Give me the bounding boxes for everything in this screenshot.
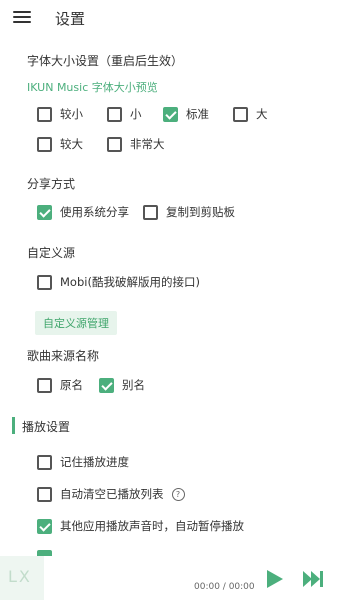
share-section-title: 分享方式 — [27, 177, 76, 191]
checkbox-label: 原名 — [60, 378, 83, 392]
hamburger-menu-icon[interactable] — [13, 10, 31, 24]
font-size-section-title: 字体大小设置（重启后生效） — [27, 54, 184, 68]
playback-option-auto-clear[interactable]: 自动清空已播放列表 ? — [37, 486, 185, 502]
checkbox-label: 其他应用播放声音时，自动暂停播放 — [60, 519, 244, 533]
checkbox-label: 使用系统分享 — [60, 205, 129, 219]
checkbox[interactable] — [37, 377, 52, 393]
section-accent-bar — [12, 417, 15, 434]
source-name-option-alias[interactable]: 别名 — [99, 377, 145, 393]
font-size-option-larger[interactable]: 较大 — [37, 136, 83, 152]
font-size-option-smaller[interactable]: 较小 — [37, 106, 83, 122]
checkbox-label: 复制到剪贴板 — [166, 205, 235, 219]
playback-section-title: 播放设置 — [22, 420, 71, 434]
checkbox[interactable] — [107, 136, 122, 152]
checkbox[interactable] — [37, 518, 52, 534]
player-logo-text: LX — [8, 567, 32, 586]
source-name-section-title: 歌曲来源名称 — [27, 349, 100, 363]
skip-next-icon[interactable] — [301, 569, 325, 589]
checkbox-label: 非常大 — [130, 137, 165, 151]
settings-content[interactable]: 字体大小设置（重启后生效） IKUN Music 字体大小预览 较小 小 标准 … — [0, 36, 338, 556]
checkbox[interactable] — [37, 204, 52, 220]
checkbox[interactable] — [107, 106, 122, 122]
checkbox-label: 标准 — [186, 107, 209, 121]
custom-source-option-mobi[interactable]: Mobi(酷我破解版用的接口) — [37, 274, 200, 290]
page-title: 设置 — [55, 10, 86, 28]
checkbox[interactable] — [37, 106, 52, 122]
checkbox-label: 别名 — [122, 378, 145, 392]
source-name-option-original[interactable]: 原名 — [37, 377, 83, 393]
play-icon[interactable] — [264, 569, 284, 589]
font-size-preview-link[interactable]: IKUN Music 字体大小预览 — [27, 79, 158, 95]
checkbox[interactable] — [37, 136, 52, 152]
checkbox-label: 较大 — [60, 137, 83, 151]
playback-time: 00:00 / 00:00 — [194, 582, 255, 592]
checkbox-label: 较小 — [60, 107, 83, 121]
share-option-system[interactable]: 使用系统分享 — [37, 204, 129, 220]
checkbox[interactable] — [37, 274, 52, 290]
player-bar: LX 00:00 / 00:00 — [0, 556, 338, 600]
font-size-option-small[interactable]: 小 — [107, 106, 142, 122]
font-size-option-large[interactable]: 大 — [233, 106, 268, 122]
help-circle-icon[interactable]: ? — [171, 487, 185, 501]
checkbox[interactable] — [37, 454, 52, 470]
checkbox[interactable] — [99, 377, 114, 393]
checkbox-label: 自动清空已播放列表 — [60, 487, 164, 501]
checkbox[interactable] — [143, 204, 158, 220]
playback-option-remember-progress[interactable]: 记住播放进度 — [37, 454, 129, 470]
playback-option-auto-pause[interactable]: 其他应用播放声音时，自动暂停播放 — [37, 518, 244, 534]
checkbox-label: Mobi(酷我破解版用的接口) — [60, 275, 200, 289]
share-option-clipboard[interactable]: 复制到剪贴板 — [143, 204, 235, 220]
top-app-bar: 设置 — [0, 0, 338, 36]
album-art-placeholder[interactable]: LX — [0, 556, 44, 600]
custom-source-section-title: 自定义源 — [27, 246, 76, 260]
font-size-option-standard[interactable]: 标准 — [163, 106, 209, 122]
checkbox-label: 大 — [256, 107, 268, 121]
font-size-option-very-large[interactable]: 非常大 — [107, 136, 165, 152]
checkbox-label: 小 — [130, 107, 142, 121]
checkbox-label: 记住播放进度 — [60, 455, 129, 469]
checkbox[interactable] — [37, 486, 52, 502]
checkbox[interactable] — [163, 106, 178, 122]
custom-source-manage-button[interactable]: 自定义源管理 — [35, 311, 117, 335]
checkbox[interactable] — [233, 106, 248, 122]
